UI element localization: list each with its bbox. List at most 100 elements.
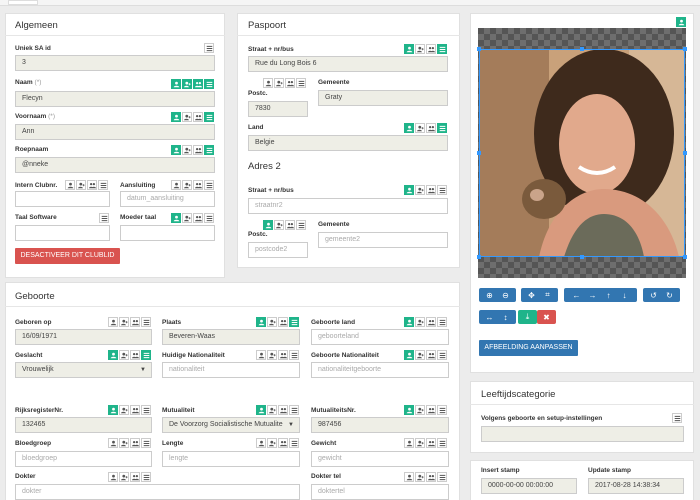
geboren-field[interactable]: 16/09/1971	[15, 329, 152, 345]
group-icon[interactable]	[193, 112, 203, 122]
gebnat-field[interactable]: nationaliteitgeboorte	[311, 362, 449, 378]
list-icon[interactable]	[204, 43, 214, 53]
arrow-down-icon[interactable]: ↓	[617, 291, 633, 300]
person-add-icon[interactable]	[267, 405, 277, 415]
crop-handle[interactable]	[477, 47, 481, 51]
crop-icon[interactable]: ⌗	[540, 290, 556, 300]
person-icon[interactable]	[404, 350, 414, 360]
group-icon[interactable]	[426, 317, 436, 327]
arrow-left-icon[interactable]: ←	[569, 291, 585, 300]
person-add-icon[interactable]	[267, 350, 277, 360]
person-icon[interactable]	[404, 472, 414, 482]
person-icon[interactable]	[256, 350, 266, 360]
list-icon[interactable]	[296, 78, 306, 88]
person-icon[interactable]	[171, 79, 181, 89]
person-icon[interactable]	[171, 180, 181, 190]
list-icon[interactable]	[437, 123, 447, 133]
pas-land-field[interactable]: Belgie	[248, 135, 448, 151]
list-icon[interactable]	[289, 405, 299, 415]
crop-handle[interactable]	[580, 255, 584, 259]
zoom-in-icon[interactable]: ⊕	[482, 291, 498, 300]
intern-field[interactable]	[15, 191, 110, 207]
group-icon[interactable]	[130, 472, 140, 482]
pas-gemeente-field[interactable]: Graty	[318, 90, 448, 106]
arrow-right-icon[interactable]: →	[585, 291, 601, 300]
person-icon[interactable]	[404, 44, 414, 54]
group-icon[interactable]	[87, 180, 97, 190]
person-icon[interactable]	[65, 180, 75, 190]
list-icon[interactable]	[204, 79, 214, 89]
naam-field[interactable]: Flecyn	[15, 91, 215, 107]
list-icon[interactable]	[289, 438, 299, 448]
group-icon[interactable]	[278, 438, 288, 448]
crop-handle[interactable]	[580, 47, 584, 51]
group-icon[interactable]	[193, 213, 203, 223]
moeder-field[interactable]	[120, 225, 215, 241]
person-icon[interactable]	[108, 438, 118, 448]
person-icon[interactable]	[404, 185, 414, 195]
person-add-icon[interactable]	[415, 44, 425, 54]
person-add-icon[interactable]	[267, 317, 277, 327]
huidige-field[interactable]: nationaliteit	[162, 362, 300, 378]
group-icon[interactable]	[285, 78, 295, 88]
arrow-up-icon[interactable]: ↑	[601, 291, 617, 300]
list-icon[interactable]	[437, 405, 447, 415]
group-icon[interactable]	[193, 180, 203, 190]
person-add-icon[interactable]	[182, 112, 192, 122]
list-icon[interactable]	[289, 350, 299, 360]
pas-postc-field[interactable]: 7830	[248, 101, 308, 117]
crop-box[interactable]	[479, 49, 685, 257]
list-icon[interactable]	[437, 350, 447, 360]
crop-handle[interactable]	[477, 255, 481, 259]
flip-vertical-icon[interactable]: ↕	[498, 313, 514, 322]
group-icon[interactable]	[426, 438, 436, 448]
flip-horizontal-icon[interactable]: ↔	[482, 313, 498, 322]
person-add-icon[interactable]	[182, 213, 192, 223]
pas-straat-field[interactable]: Rue du Long Bois 6	[248, 56, 448, 72]
person-add-icon[interactable]	[119, 405, 129, 415]
person-icon[interactable]	[171, 213, 181, 223]
group-icon[interactable]	[278, 350, 288, 360]
crop-handle[interactable]	[683, 255, 687, 259]
list-icon[interactable]	[98, 180, 108, 190]
upload-button[interactable]: ⤓	[518, 310, 537, 324]
person-add-icon[interactable]	[274, 78, 284, 88]
list-icon[interactable]	[141, 405, 151, 415]
person-add-icon[interactable]	[119, 472, 129, 482]
plaats-field[interactable]: Beveren-Waas	[162, 329, 300, 345]
geb-land-field[interactable]: geboorteland	[311, 329, 449, 345]
person-icon[interactable]	[404, 123, 414, 133]
list-icon[interactable]	[204, 145, 214, 155]
list-icon[interactable]	[437, 317, 447, 327]
person-icon[interactable]	[256, 438, 266, 448]
person-add-icon[interactable]	[415, 317, 425, 327]
list-icon[interactable]	[437, 438, 447, 448]
person-add-icon[interactable]	[182, 145, 192, 155]
person-icon[interactable]	[171, 112, 181, 122]
person-icon[interactable]	[404, 317, 414, 327]
group-icon[interactable]	[426, 123, 436, 133]
crop-handle[interactable]	[683, 47, 687, 51]
list-icon[interactable]	[672, 413, 682, 423]
person-icon[interactable]	[108, 350, 118, 360]
person-add-icon[interactable]	[415, 185, 425, 195]
person-icon[interactable]	[256, 405, 266, 415]
aansluiting-field[interactable]: datum_aansluiting	[120, 191, 215, 207]
list-icon[interactable]	[289, 317, 299, 327]
group-icon[interactable]	[193, 145, 203, 155]
group-icon[interactable]	[278, 405, 288, 415]
list-icon[interactable]	[141, 472, 151, 482]
move-icon[interactable]: ✥	[524, 291, 540, 300]
person-add-icon[interactable]	[267, 438, 277, 448]
group-icon[interactable]	[426, 185, 436, 195]
person-add-icon[interactable]	[182, 79, 192, 89]
adr-gemeente-field[interactable]: gemeente2	[318, 232, 448, 248]
list-icon[interactable]	[296, 220, 306, 230]
group-icon[interactable]	[426, 44, 436, 54]
list-icon[interactable]	[437, 472, 447, 482]
person-icon[interactable]	[108, 317, 118, 327]
zoom-out-icon[interactable]: ⊖	[498, 291, 514, 300]
person-add-icon[interactable]	[119, 350, 129, 360]
adr-straat-field[interactable]: straatnr2	[248, 198, 448, 214]
list-icon[interactable]	[141, 438, 151, 448]
